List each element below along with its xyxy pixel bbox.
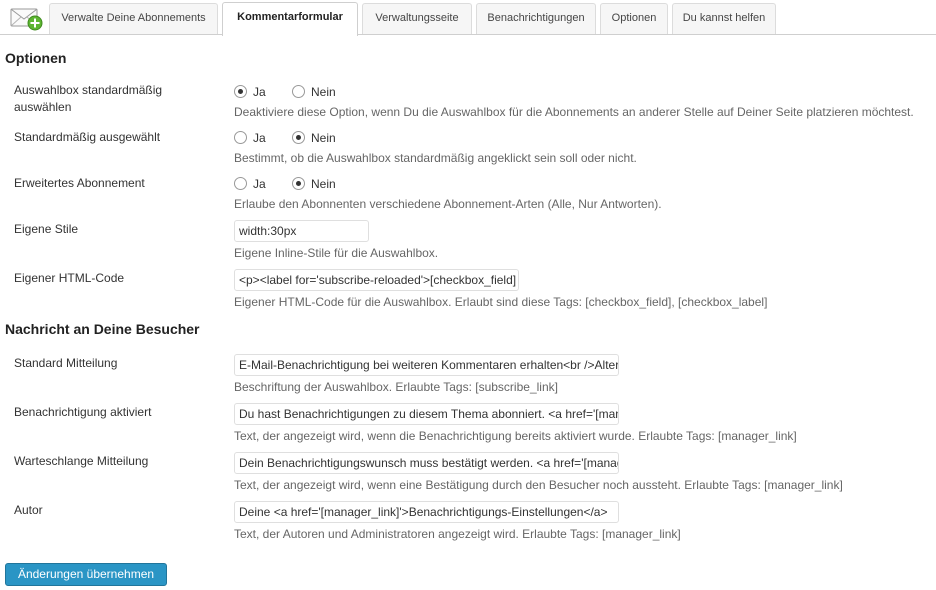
description-queue-message: Text, der angezeigt wird, wenn eine Best…	[234, 478, 843, 492]
label-default-checked: Standardmäßig ausgewählt	[14, 130, 161, 144]
radio-no[interactable]: Nein	[292, 130, 336, 145]
custom-style-input[interactable]: width:30px	[234, 220, 369, 242]
envelope-plus-icon	[10, 8, 43, 31]
label-advanced-subscription: Erweitertes Abonnement	[14, 176, 145, 190]
label-author: Autor	[14, 503, 43, 517]
label-default-message: Standard Mitteilung	[14, 356, 118, 370]
notification-active-input[interactable]: Du hast Benachrichtigungen zu diesem The…	[234, 403, 619, 425]
tab-options[interactable]: Optionen	[600, 3, 668, 35]
author-message-input[interactable]: Deine <a href='[manager_link]'>Benachric…	[234, 501, 619, 523]
tab-comment-form[interactable]: Kommentarformular	[222, 2, 358, 36]
tab-you-can-help[interactable]: Du kannst helfen	[672, 3, 776, 35]
description-notification-active: Text, der angezeigt wird, wenn die Benac…	[234, 429, 797, 443]
label-custom-html: Eigener HTML-Code	[14, 271, 125, 285]
radio-button-unchecked[interactable]	[292, 85, 305, 99]
tab-notifications[interactable]: Benachrichtigungen	[476, 3, 596, 35]
tab-bar-divider	[0, 34, 936, 35]
label-notification-active: Benachrichtigung aktiviert	[14, 405, 152, 419]
radio-button-unchecked[interactable]	[234, 131, 247, 145]
description-advanced-subscription: Erlaube den Abonnenten verschiedene Abon…	[234, 197, 662, 211]
description-author: Text, der Autoren und Administratoren an…	[234, 527, 681, 541]
label-checkbox-default: Auswahlbox standardmäßig auswählen	[14, 83, 163, 114]
radio-no[interactable]: Nein	[292, 176, 336, 191]
save-changes-button[interactable]: Änderungen übernehmen	[5, 563, 167, 586]
custom-html-input[interactable]: <p><label for='subscribe-reloaded'>[chec…	[234, 269, 519, 291]
radio-yes[interactable]: Ja	[234, 176, 266, 191]
label-custom-style: Eigene Stile	[14, 222, 79, 236]
description-checkbox-default: Deaktiviere diese Option, wenn Du die Au…	[234, 105, 914, 119]
default-message-input[interactable]: E-Mail-Benachrichtigung bei weiteren Kom…	[234, 354, 619, 376]
label-queue-message: Warteschlange Mitteilung	[14, 454, 149, 468]
radio-button-checked[interactable]	[234, 85, 247, 99]
section-title-messages: Nachricht an Deine Besucher	[5, 321, 200, 337]
queue-message-input[interactable]: Dein Benachrichtigungswunsch muss bestät…	[234, 452, 619, 474]
radio-button-unchecked[interactable]	[234, 177, 247, 191]
description-custom-html: Eigener HTML-Code für die Auswahlbox. Er…	[234, 295, 768, 309]
section-title-options: Optionen	[5, 50, 67, 66]
tab-manage-subscriptions[interactable]: Verwalte Deine Abonnements	[49, 3, 218, 35]
description-default-checked: Bestimmt, ob die Auswahlbox standardmäßi…	[234, 151, 637, 165]
tab-management-page[interactable]: Verwaltungsseite	[362, 3, 472, 35]
radio-yes[interactable]: Ja	[234, 84, 266, 99]
description-default-message: Beschriftung der Auswahlbox. Erlaubte Ta…	[234, 380, 558, 394]
radio-button-checked[interactable]	[292, 177, 305, 191]
radio-no[interactable]: Nein	[292, 84, 336, 99]
tab-bar: Verwalte Deine Abonnements Kommentarform…	[0, 0, 936, 36]
radio-yes[interactable]: Ja	[234, 130, 266, 145]
description-custom-style: Eigene Inline-Stile für die Auswahlbox.	[234, 246, 439, 260]
radio-button-checked[interactable]	[292, 131, 305, 145]
